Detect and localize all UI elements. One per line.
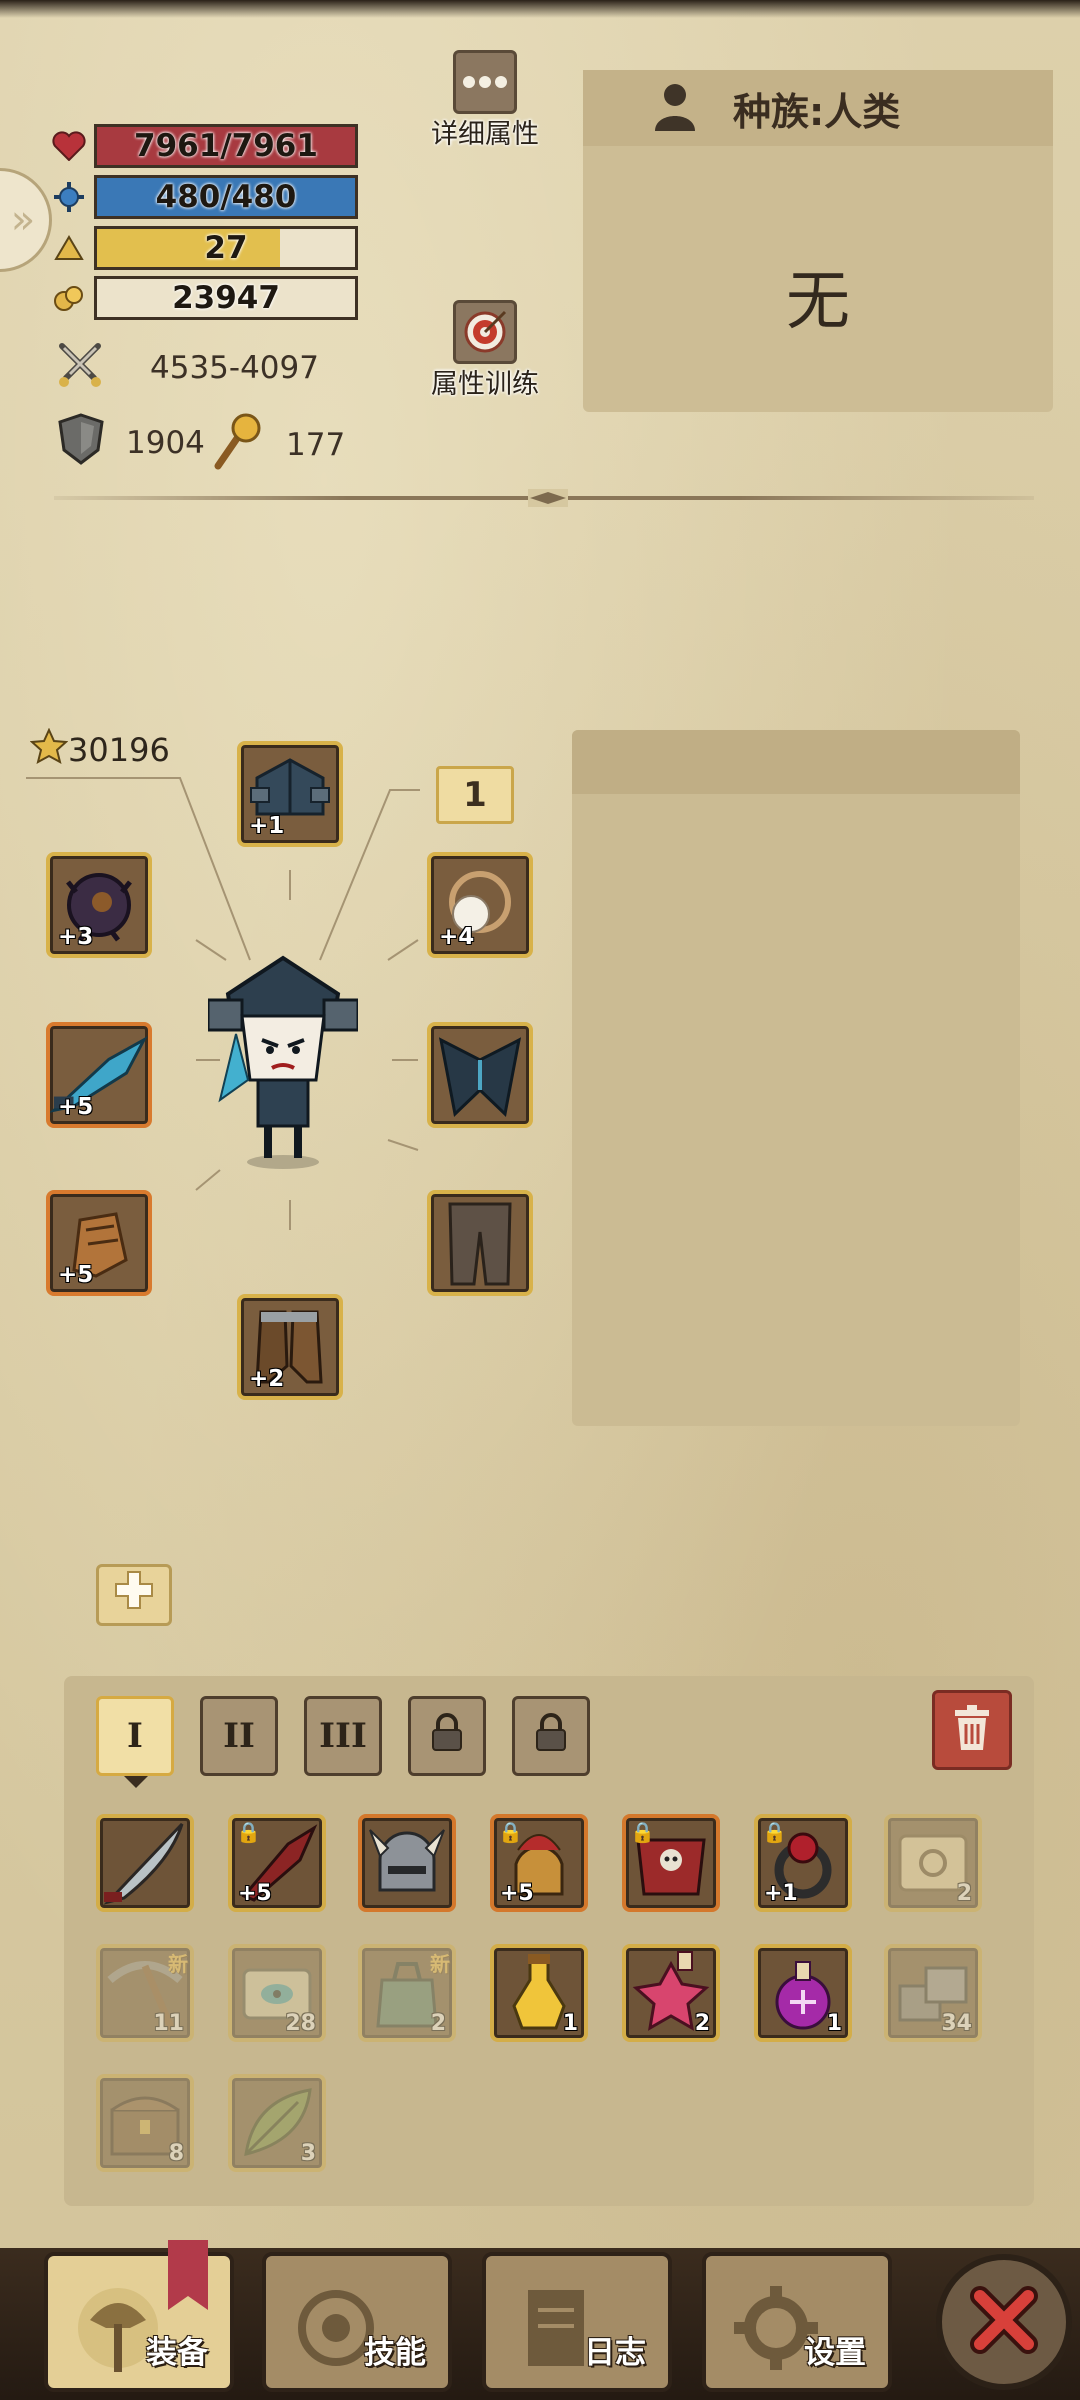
pants-slot[interactable] [427, 1190, 533, 1296]
ring-slot[interactable]: +3 [46, 852, 152, 958]
boots-enhance: +2 [249, 1366, 285, 1392]
cape-slot[interactable] [427, 1022, 533, 1128]
close-x-icon [964, 2280, 1044, 2364]
inv-item-horned-helmet[interactable] [358, 1814, 456, 1912]
weapon-slot[interactable]: +5 [46, 1022, 152, 1128]
pickaxe-count: 11 [153, 2011, 184, 2036]
inventory-tab-2[interactable]: II [200, 1696, 278, 1776]
inv-item-scroll-map[interactable]: 2 [884, 1814, 982, 1912]
nav-log-button[interactable]: 日志 [482, 2252, 672, 2392]
item-detail-header [572, 730, 1020, 794]
inv-item-skull-armor[interactable]: 🔒 [622, 1814, 720, 1912]
inv-item-leaf-herb[interactable]: 3 [228, 2074, 326, 2172]
nav-skills-button[interactable]: 技能 [262, 2252, 452, 2392]
lock-icon: 🔒 [498, 1820, 523, 1844]
nav-settings-label: 设置 [804, 2335, 866, 2371]
ruby-ring-enhance: +1 [764, 1881, 798, 1906]
discard-button[interactable] [932, 1690, 1012, 1770]
inv-item-green-bag[interactable]: 新 2 [358, 1944, 456, 2042]
scroll-map-count: 2 [956, 1881, 972, 1906]
gloves-slot[interactable]: +5 [46, 1190, 152, 1296]
red-blade-enhance: +5 [238, 1881, 272, 1906]
nav-skills-label: 技能 [364, 2335, 426, 2371]
pink-potion-count: 2 [694, 2011, 710, 2036]
active-tab-indicator [124, 1776, 148, 1788]
plus-cross-icon [113, 1569, 155, 1621]
inventory-tab-locked-2[interactable] [512, 1696, 590, 1776]
gloves-enhance: +5 [58, 1262, 94, 1288]
inv-item-yellow-potion[interactable]: 1 [490, 1944, 588, 2042]
yellow-potion-count: 1 [562, 2011, 578, 2036]
boots-slot[interactable]: +2 [237, 1294, 343, 1400]
add-slot-button[interactable] [96, 1564, 172, 1626]
lock-icon: 🔒 [762, 1820, 787, 1844]
horned-helmet-icon [369, 1829, 445, 1892]
padlock-icon [533, 1712, 569, 1761]
amulet-slot[interactable]: +4 [427, 852, 533, 958]
nav-equip-label: 装备 [146, 2335, 208, 2371]
amulet-enhance: +4 [439, 924, 475, 950]
lock-icon: 🔒 [630, 1820, 655, 1844]
dark-cape-icon [438, 1037, 522, 1118]
curved-sword-icon [103, 1822, 184, 1905]
chest-count: 8 [168, 2141, 184, 2166]
inv-item-eye-scroll[interactable]: 28 [228, 1944, 326, 2042]
level-badge[interactable]: 1 [436, 766, 514, 824]
inv-item-pink-potion[interactable]: 2 [622, 1944, 720, 2042]
nav-settings-button[interactable]: 设置 [702, 2252, 892, 2392]
inv-item-stone-block[interactable]: 34 [884, 1944, 982, 2042]
helmet-enhance: +1 [249, 813, 285, 839]
inv-item-ruby-ring[interactable]: 🔒 +1 [754, 1814, 852, 1912]
leaf-herb-count: 3 [300, 2141, 316, 2166]
inv-item-spartan-helmet[interactable]: 🔒 +5 [490, 1814, 588, 1912]
nav-log-label: 日志 [584, 2335, 646, 2371]
inv-item-red-blade[interactable]: 🔒 +5 [228, 1814, 326, 1912]
helmet-slot[interactable]: +1 [237, 741, 343, 847]
weapon-enhance: +5 [58, 1094, 94, 1120]
inv-item-purple-potion[interactable]: 1 [754, 1944, 852, 2042]
inv-item-chest[interactable]: 8 [96, 2074, 194, 2172]
item-detail-panel [572, 730, 1020, 1426]
trash-icon [951, 1704, 993, 1756]
close-button[interactable] [936, 2254, 1072, 2390]
player-character [206, 950, 360, 1170]
stone-block-count: 34 [941, 2011, 972, 2036]
green-bag-count: 2 [430, 2011, 446, 2036]
inventory-tab-1[interactable]: I [96, 1696, 174, 1776]
inv-item-pickaxe[interactable]: 新 11 [96, 1944, 194, 2042]
new-badge: 新 [430, 1952, 450, 1976]
inventory-tab-3[interactable]: III [304, 1696, 382, 1776]
eye-scroll-count: 28 [285, 2011, 316, 2036]
pants-icon [448, 1202, 512, 1286]
new-badge: 新 [168, 1952, 188, 1976]
padlock-icon [429, 1712, 465, 1761]
ring-enhance: +3 [58, 924, 94, 950]
spartan-helmet-enhance: +5 [500, 1881, 534, 1906]
lock-icon: 🔒 [236, 1820, 261, 1844]
inventory-tab-locked-1[interactable] [408, 1696, 486, 1776]
purple-potion-count: 1 [826, 2011, 842, 2036]
inv-item-curved-sword[interactable] [96, 1814, 194, 1912]
